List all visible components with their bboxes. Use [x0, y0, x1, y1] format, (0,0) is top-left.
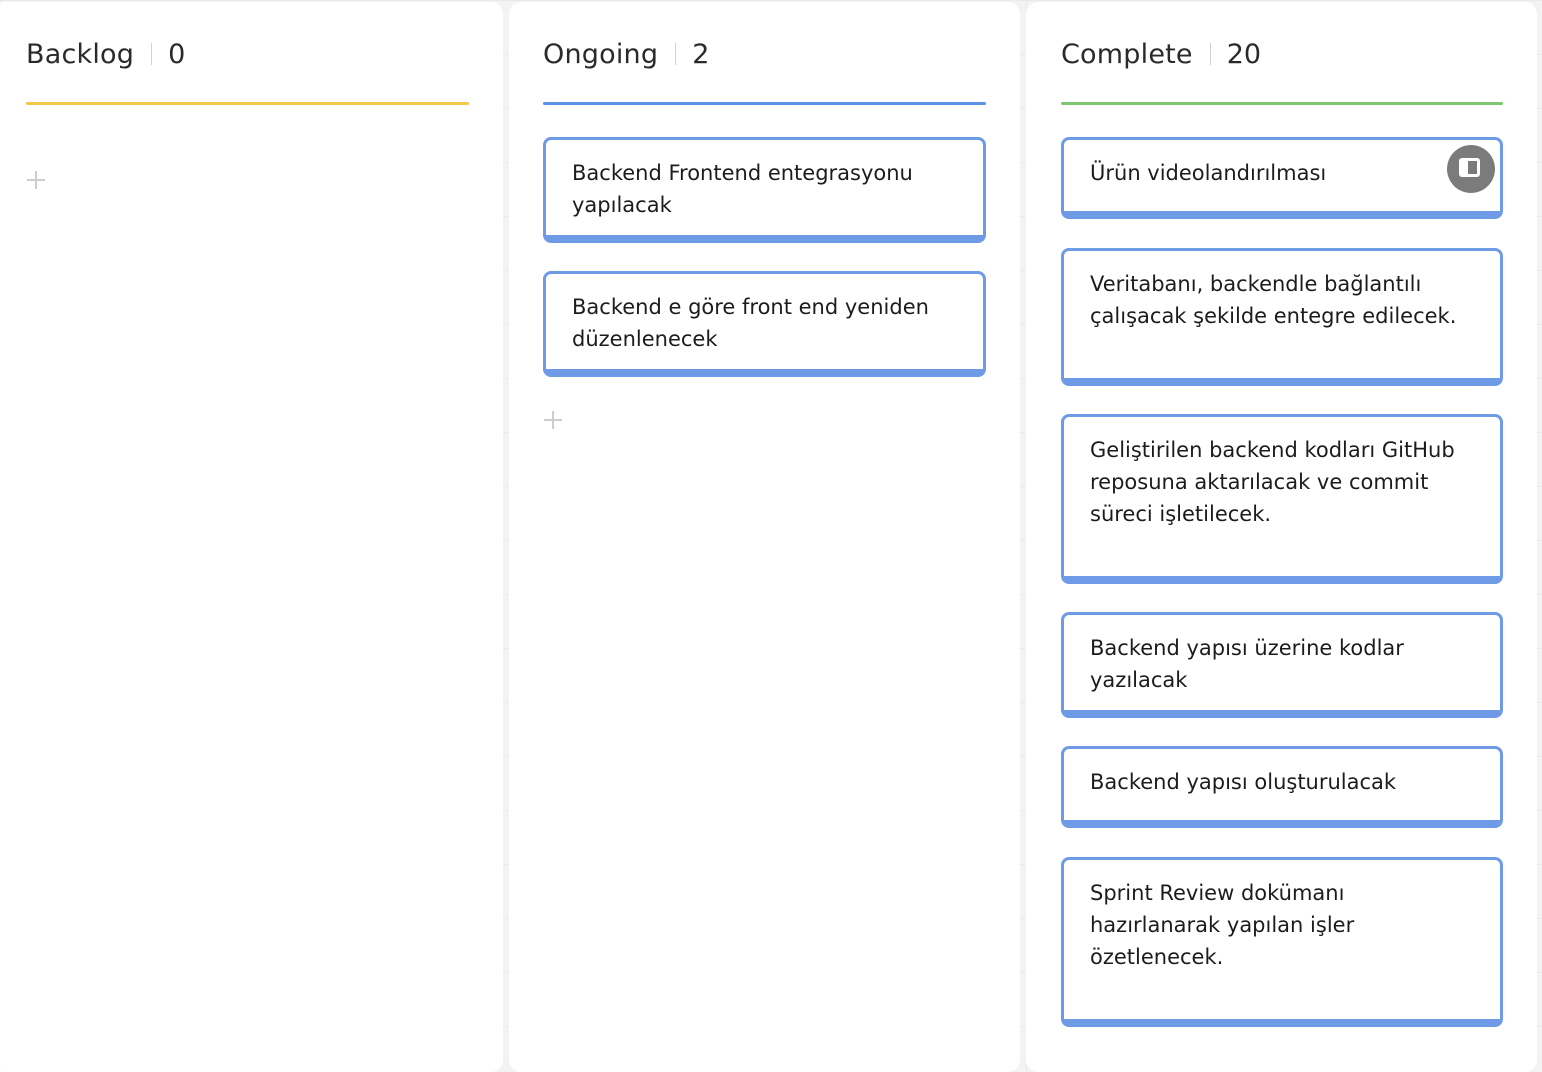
task-card[interactable]: Veritabanı, backendle bağlantılı çalışac… [1061, 248, 1503, 386]
task-card-text: Backend e göre front end yeniden düzenle… [572, 295, 929, 351]
column-title: Ongoing [543, 38, 659, 70]
column-header: Ongoing 2 [543, 32, 709, 76]
column-card-count: 20 [1226, 38, 1262, 70]
column-header-divider [675, 43, 677, 65]
column-complete: Complete 20 Ürün videolandırılması Verit… [1026, 2, 1537, 1072]
task-card-text: Veritabanı, backendle bağlantılı çalışac… [1090, 272, 1457, 328]
column-header-divider [151, 43, 153, 65]
add-card-plus-icon[interactable] [540, 407, 566, 433]
task-card[interactable]: Backend Frontend entegrasyonu yapılacak [543, 137, 986, 243]
task-card-text: Backend yapısı oluşturulacak [1090, 770, 1397, 794]
column-header: Backlog 0 [26, 32, 185, 76]
column-title: Complete [1061, 38, 1193, 70]
expand-panel-icon[interactable] [1447, 145, 1495, 193]
task-card-text: Backend Frontend entegrasyonu yapılacak [572, 161, 913, 217]
task-card[interactable]: Sprint Review dokümanı hazırlanarak yapı… [1061, 857, 1503, 1027]
task-card[interactable]: Backend yapısı üzerine kodlar yazılacak [1061, 612, 1503, 718]
column-backlog: Backlog 0 [0, 2, 503, 1072]
panel-glyph [1459, 158, 1480, 177]
column-card-count: 2 [692, 38, 710, 70]
column-accent-line [543, 102, 986, 105]
task-card-text: Sprint Review dokümanı hazırlanarak yapı… [1090, 881, 1355, 969]
column-accent-line [1061, 102, 1503, 105]
column-ongoing: Ongoing 2 Backend Frontend entegrasyonu … [509, 2, 1020, 1072]
column-title: Backlog [26, 38, 135, 70]
task-card[interactable]: Ürün videolandırılması [1061, 137, 1503, 219]
task-card-text: Geliştirilen backend kodları GitHub repo… [1090, 438, 1455, 526]
column-header-divider [1209, 43, 1211, 65]
task-card[interactable]: Backend e göre front end yeniden düzenle… [543, 271, 986, 377]
column-accent-line [26, 102, 469, 105]
add-card-plus-icon[interactable] [23, 167, 49, 193]
task-card-text: Ürün videolandırılması [1090, 161, 1327, 185]
column-header: Complete 20 [1061, 32, 1261, 76]
column-card-count: 0 [168, 38, 186, 70]
task-card[interactable]: Backend yapısı oluşturulacak [1061, 746, 1503, 828]
task-card-text: Backend yapısı üzerine kodlar yazılacak [1090, 636, 1404, 692]
task-card[interactable]: Geliştirilen backend kodları GitHub repo… [1061, 414, 1503, 584]
